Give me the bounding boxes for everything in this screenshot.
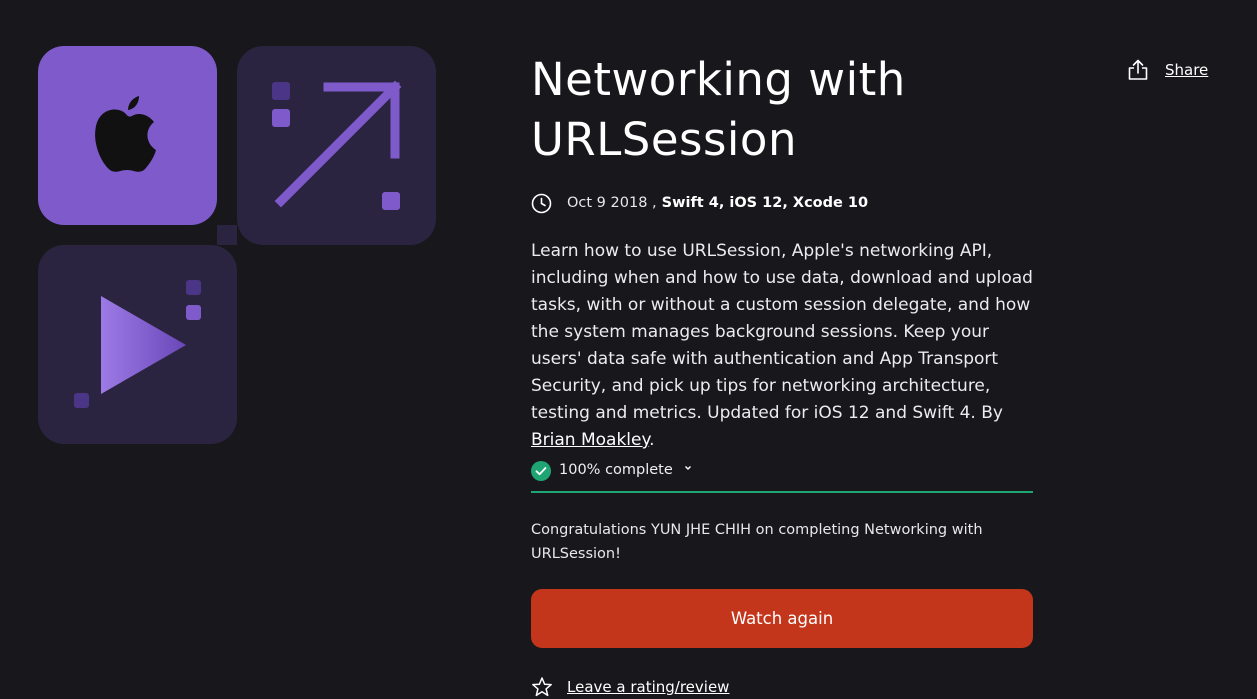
course-meta: Oct 9 2018 , Swift 4, iOS 12, Xcode 10 (531, 192, 868, 214)
completion-message: Congratulations YUN JHE CHIH on completi… (531, 522, 983, 562)
chevron-down-icon (683, 463, 693, 476)
apple-tile (38, 46, 217, 225)
watch-again-button[interactable]: Watch again (531, 589, 1033, 648)
progress-toggle[interactable]: 100% complete (531, 460, 1033, 493)
progress-label: 100% complete (559, 462, 673, 478)
course-title: Networking with URLSession (531, 50, 1051, 170)
rating-row: Leave a rating/review (531, 676, 729, 698)
play-tile (38, 245, 237, 444)
star-outline-icon[interactable] (531, 676, 553, 698)
artwork-tile-joint (217, 225, 237, 245)
share-link[interactable]: Share (1165, 61, 1208, 79)
share-icon[interactable] (1127, 59, 1149, 81)
clock-icon (531, 193, 552, 214)
check-circle-icon (531, 461, 551, 481)
description-end: . (649, 430, 655, 450)
leave-rating-link[interactable]: Leave a rating/review (567, 678, 729, 696)
course-title-line-2: URLSession (531, 113, 797, 166)
course-description: Learn how to use URLSession, Apple's net… (531, 238, 1036, 454)
diagonal-arrow-icon (274, 80, 402, 208)
arrow-tile (237, 46, 436, 245)
description-text: Learn how to use URLSession, Apple's net… (531, 241, 1033, 423)
share-control[interactable]: Share (1127, 59, 1208, 81)
release-date: Oct 9 2018 , (567, 195, 657, 211)
play-icon (101, 296, 186, 394)
apple-logo-icon (95, 96, 156, 172)
tech-stack: Swift 4, iOS 12, Xcode 10 (661, 195, 869, 211)
author-link[interactable]: Brian Moakley (531, 430, 649, 450)
course-title-line-1: Networking with (531, 53, 906, 106)
